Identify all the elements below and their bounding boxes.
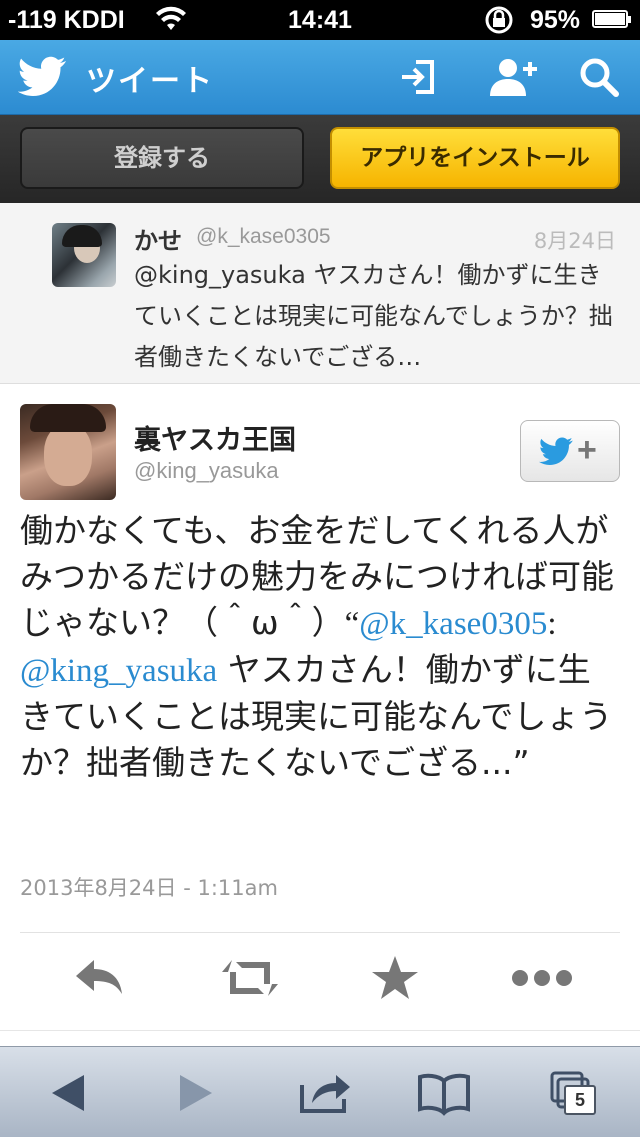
author-handle[interactable]: @k_kase0305 bbox=[196, 225, 331, 249]
retweet-icon[interactable] bbox=[220, 954, 278, 1002]
battery-percentage: 95% bbox=[530, 6, 581, 34]
add-user-icon[interactable] bbox=[488, 56, 537, 98]
page-title: ツイート bbox=[86, 64, 214, 99]
twitter-bird-icon[interactable] bbox=[17, 56, 66, 96]
tweet-text: @king_yasuka ヤスカさん！働かずに生きていくことは現実に可能なんでし… bbox=[134, 261, 613, 371]
in-reply-to-tweet[interactable]: かせ @k_kase0305 8月24日 @king_yasuka ヤスカさん！… bbox=[0, 203, 640, 384]
browser-toolbar: 5 bbox=[0, 1046, 640, 1137]
status-bar: -119 KDDI 14:41 95% bbox=[0, 0, 640, 40]
quote-mark: “ bbox=[344, 606, 360, 642]
signup-bar: 登録する アプリをインストール bbox=[0, 115, 640, 203]
tabs-icon[interactable]: 5 bbox=[546, 1069, 602, 1117]
divider bbox=[0, 1030, 640, 1031]
install-app-button[interactable]: アプリをインストール bbox=[330, 127, 620, 189]
author-name[interactable]: かせ bbox=[134, 221, 182, 256]
author-name[interactable]: 裏ヤスカ王国 bbox=[134, 418, 296, 457]
favorite-star-icon[interactable] bbox=[368, 954, 422, 1002]
forward-icon[interactable] bbox=[172, 1069, 228, 1117]
mention-link[interactable]: @k_kase0305 bbox=[359, 606, 547, 642]
register-button[interactable]: 登録する bbox=[20, 127, 304, 189]
divider bbox=[20, 932, 620, 933]
tab-count: 5 bbox=[564, 1085, 596, 1115]
back-icon[interactable] bbox=[44, 1069, 100, 1117]
tweet-date: 8月24日 bbox=[533, 229, 616, 253]
more-icon[interactable] bbox=[510, 954, 572, 1002]
tweet-text: 働かなくても、お金をだしてくれる人がみつかるだけの魅力をみにつければ可能じゃない… bbox=[20, 508, 620, 786]
tweet-timestamp[interactable]: 2013年8月24日 - 1:11am bbox=[20, 872, 278, 902]
share-icon[interactable] bbox=[298, 1069, 354, 1117]
bookmarks-icon[interactable] bbox=[416, 1069, 472, 1117]
sign-in-icon[interactable] bbox=[398, 56, 440, 98]
mention-link[interactable]: @king_yasuka bbox=[20, 653, 217, 689]
avatar[interactable] bbox=[52, 223, 116, 287]
tweet-actions bbox=[0, 940, 640, 1020]
twitter-bird-icon bbox=[538, 437, 573, 465]
rotation-lock-icon bbox=[482, 5, 516, 42]
reply-icon[interactable] bbox=[72, 954, 126, 1002]
mention-separator: : bbox=[547, 606, 557, 642]
search-icon[interactable] bbox=[578, 56, 620, 98]
battery-icon bbox=[592, 10, 631, 28]
author-handle[interactable]: @king_yasuka bbox=[134, 458, 279, 484]
avatar[interactable] bbox=[20, 404, 116, 500]
plus-icon: + bbox=[577, 431, 597, 469]
app-header: ツイート bbox=[0, 40, 640, 115]
follow-button[interactable]: + bbox=[520, 420, 620, 482]
